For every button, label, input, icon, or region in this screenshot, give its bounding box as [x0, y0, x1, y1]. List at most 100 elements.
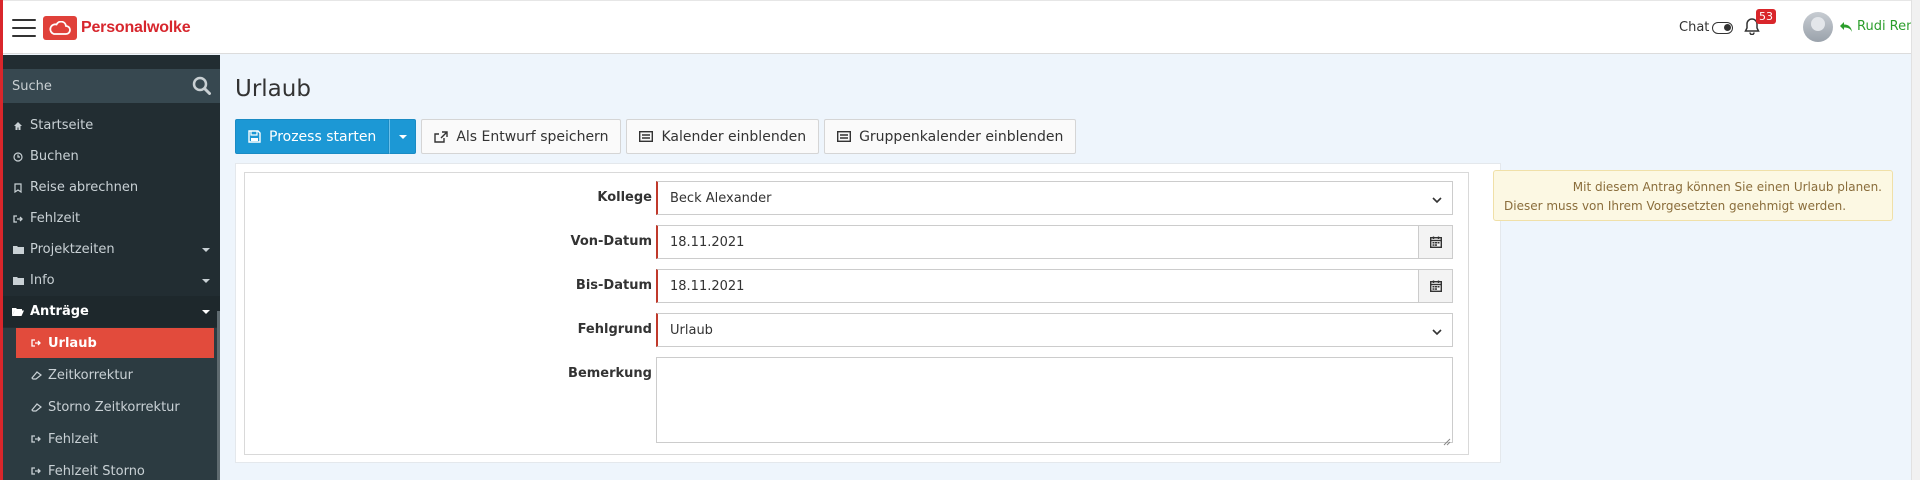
show-group-calendar-label: Gruppenkalender einblenden [859, 128, 1064, 145]
eraser-icon [30, 370, 42, 380]
reason-value: Urlaub [670, 322, 713, 338]
sidebar-item-label: Buchen [30, 149, 79, 164]
cloud-icon [43, 16, 77, 40]
sidebar-submenu-antraege: Urlaub Zeitkorrektur Storno Zeitkorrektu… [3, 328, 220, 480]
page: Personalwolke Chat 53 Rudi Renner ▼ [0, 0, 1920, 480]
sidebar-item-label: Startseite [30, 118, 94, 133]
from-date-input[interactable]: 18.11.2021 [656, 225, 1419, 259]
sidebar-item-label: Fehlzeit [30, 211, 81, 226]
sidebar-item-buchen[interactable]: Buchen [3, 141, 220, 172]
sidebar-subitem-urlaub[interactable]: Urlaub [16, 328, 214, 358]
save-draft-label: Als Entwurf speichern [456, 128, 609, 145]
chat-toggle[interactable] [1712, 22, 1733, 34]
folder-icon [12, 276, 24, 285]
vacation-form: Kollege Beck Alexander Von-Datum 18.11.2… [244, 172, 1469, 455]
show-group-calendar-button[interactable]: Gruppenkalender einblenden [824, 119, 1077, 154]
calendar-icon [1429, 277, 1442, 296]
from-date-label: Von-Datum [570, 234, 652, 249]
sidebar-search [3, 69, 220, 103]
show-calendar-button[interactable]: Kalender einblenden [626, 119, 820, 154]
calendar-list-icon [837, 131, 852, 142]
to-date-label: Bis-Datum [575, 278, 652, 293]
hamburger-menu-icon[interactable] [12, 19, 36, 37]
resize-grip-icon[interactable] [1442, 431, 1468, 446]
info-line-2: Dieser muss von Ihrem Vorgesetzten geneh… [1504, 199, 1847, 213]
info-box: Mit diesem Antrag können Sie einen Urlau… [1493, 170, 1893, 221]
sidebar-nav: Startseite Buchen Reise abrechnen Fehlze… [3, 110, 220, 480]
show-calendar-label: Kalender einblenden [661, 128, 807, 145]
sidebar-subitem-label: Fehlzeit [48, 431, 99, 447]
share-icon [434, 130, 449, 143]
start-process-button[interactable]: Prozess starten [235, 119, 390, 154]
remark-label: Bemerkung [568, 366, 652, 381]
search-input[interactable] [3, 78, 183, 94]
sidebar-subitem-label: Zeitkorrektur [48, 367, 134, 383]
colleague-row: Kollege Beck Alexander [245, 181, 1470, 215]
from-date-calendar-button[interactable] [1418, 225, 1453, 259]
eraser-icon [30, 402, 42, 412]
chat-label: Chat [1679, 20, 1710, 35]
sidebar-item-label: Projektzeiten [30, 242, 115, 257]
folder-icon [12, 245, 24, 254]
start-process-label: Prozess starten [269, 128, 377, 145]
window-scrollbar[interactable] [1911, 0, 1920, 480]
sidebar-subitem-label: Fehlzeit Storno [48, 463, 145, 479]
to-date-value: 18.11.2021 [670, 278, 745, 294]
start-process-dropdown-button[interactable] [389, 119, 417, 154]
reason-label: Fehlgrund [577, 322, 652, 337]
chevron-down-icon [1432, 325, 1442, 340]
sidebar-item-fehlzeit[interactable]: Fehlzeit [3, 203, 220, 234]
logo[interactable]: Personalwolke [43, 16, 191, 40]
brand-name: Personalwolke [81, 19, 191, 36]
to-date-calendar-button[interactable] [1418, 269, 1453, 303]
caret-down-icon [202, 310, 210, 314]
sidebar-subitem-fehlzeit-storno[interactable]: Fehlzeit Storno [3, 455, 220, 480]
sidebar-item-startseite[interactable]: Startseite [3, 110, 220, 141]
sidebar-subitem-label: Urlaub [48, 335, 97, 351]
calendar-list-icon [639, 131, 654, 142]
info-line-1: Mit diesem Antrag können Sie einen Urlau… [1572, 180, 1882, 194]
sidebar: Startseite Buchen Reise abrechnen Fehlze… [3, 55, 220, 480]
accent-bar [0, 0, 3, 480]
sidebar-subitem-zeitkorrektur[interactable]: Zeitkorrektur [3, 359, 220, 391]
chevron-down-icon [1432, 193, 1442, 208]
user-menu[interactable]: Rudi Renner ▼ [1839, 19, 1920, 34]
sidebar-item-label: Anträge [30, 304, 89, 319]
reason-row: Fehlgrund Urlaub [245, 313, 1470, 347]
sign-out-icon [30, 338, 42, 348]
reason-select[interactable]: Urlaub [656, 313, 1453, 347]
sidebar-item-info[interactable]: Info [3, 265, 220, 296]
remark-row: Bemerkung [245, 357, 1470, 446]
reply-arrow-icon [1839, 21, 1853, 33]
sidebar-item-label: Reise abrechnen [30, 180, 139, 195]
caret-down-icon [202, 279, 210, 283]
sidebar-item-antraege[interactable]: Anträge [3, 296, 220, 327]
sidebar-item-projektzeiten[interactable]: Projektzeiten [3, 234, 220, 265]
sidebar-item-label: Info [30, 273, 55, 288]
sidebar-subitem-storno-zeitkorrektur[interactable]: Storno Zeitkorrektur [3, 391, 220, 423]
avatar[interactable] [1803, 12, 1833, 42]
sidebar-subitem-label: Storno Zeitkorrektur [48, 399, 180, 415]
to-date-input[interactable]: 18.11.2021 [656, 269, 1419, 303]
remark-textarea[interactable] [656, 357, 1453, 443]
form-panel: Kollege Beck Alexander Von-Datum 18.11.2… [235, 163, 1501, 463]
caret-down-icon [202, 248, 210, 252]
main-content: Urlaub Prozess starten Als Entwurf speic… [220, 55, 1911, 480]
top-header: Personalwolke Chat 53 Rudi Renner ▼ [3, 0, 1920, 54]
from-date-value: 18.11.2021 [670, 234, 745, 250]
from-date-row: Von-Datum 18.11.2021 [245, 225, 1470, 259]
sidebar-subitem-fehlzeit[interactable]: Fehlzeit [3, 423, 220, 455]
page-title: Urlaub [235, 76, 311, 102]
sign-out-icon [12, 214, 24, 224]
save-icon [248, 130, 261, 143]
save-draft-button[interactable]: Als Entwurf speichern [421, 119, 622, 154]
sidebar-item-reise-abrechnen[interactable]: Reise abrechnen [3, 172, 220, 203]
sign-out-icon [30, 434, 42, 444]
colleague-value: Beck Alexander [670, 190, 772, 206]
colleague-select[interactable]: Beck Alexander [656, 181, 1453, 215]
calendar-icon [1429, 233, 1442, 252]
search-icon[interactable] [192, 76, 211, 99]
folder-open-icon [12, 307, 24, 316]
sign-out-icon [30, 466, 42, 476]
clock-icon [12, 151, 24, 162]
